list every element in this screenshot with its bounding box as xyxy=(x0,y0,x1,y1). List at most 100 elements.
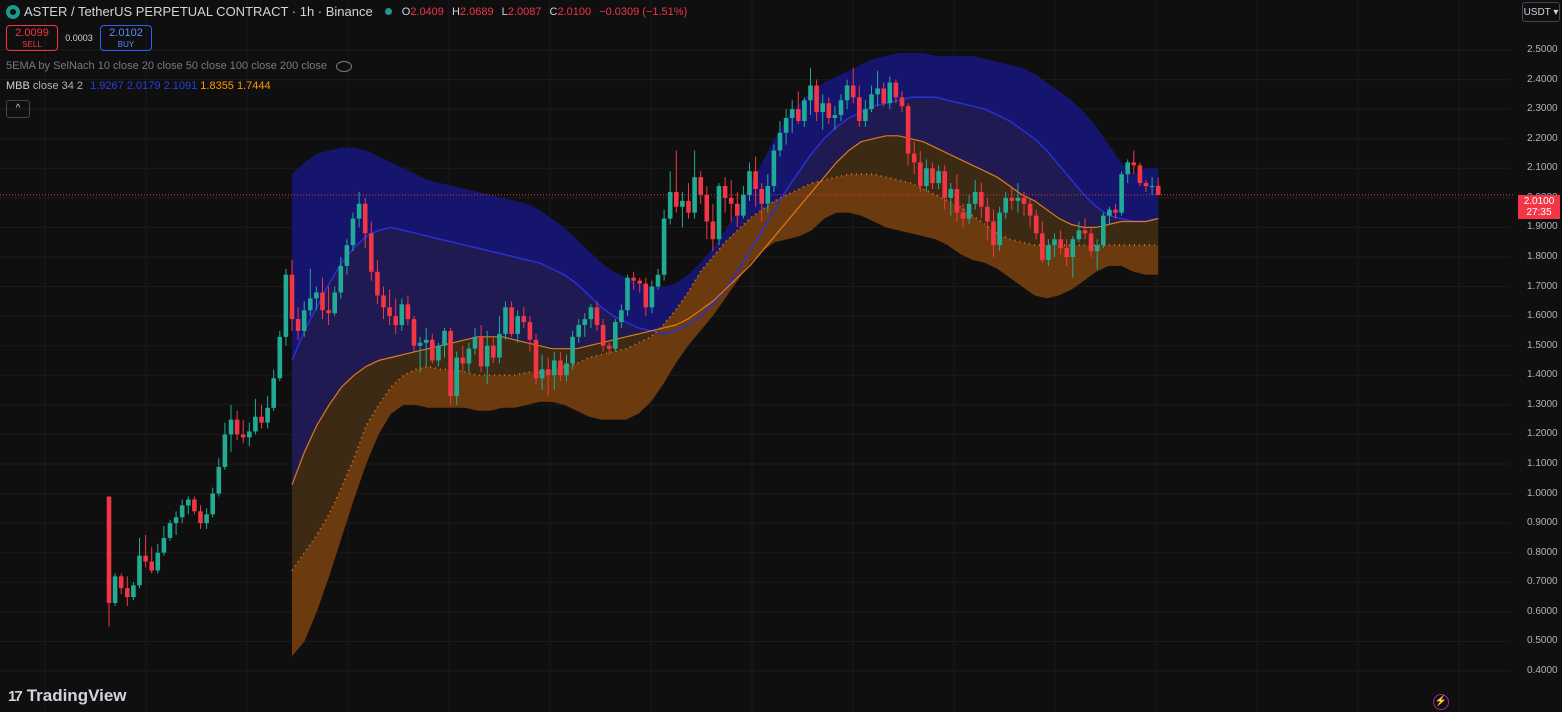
price-axis-label: 1.8000 xyxy=(1527,251,1558,262)
price-axis-label: 1.7000 xyxy=(1527,280,1558,292)
price-axis-label: 1.3000 xyxy=(1527,398,1558,410)
price-axis-label: 0.4000 xyxy=(1527,665,1558,676)
candle-body xyxy=(1040,233,1045,260)
sell-price: 2.0099 xyxy=(15,27,49,39)
candle-body xyxy=(247,431,252,438)
candle-body xyxy=(802,100,807,121)
candle-body xyxy=(369,233,374,272)
symbol-title[interactable]: ASTER / TetherUS PERPETUAL CONTRACT · 1h… xyxy=(24,4,373,19)
candle-body xyxy=(240,434,246,438)
candle-body xyxy=(796,109,801,121)
candle-body xyxy=(631,277,636,281)
candle-body xyxy=(387,307,392,317)
candle-body xyxy=(375,271,380,296)
mbb-name: MBB xyxy=(6,80,30,92)
candle-body xyxy=(735,203,740,216)
candle-body xyxy=(533,339,539,379)
symbol-logo-icon xyxy=(6,4,20,19)
candle-body xyxy=(1137,165,1143,184)
sell-button[interactable]: 2.0099 SELL xyxy=(6,25,58,51)
candle-body xyxy=(777,132,783,151)
candle-body xyxy=(1082,230,1088,234)
candle-body xyxy=(1058,239,1063,249)
candle-body xyxy=(594,307,600,326)
price-axis-label: 2.4000 xyxy=(1527,73,1558,85)
price-axis-label: 2.3000 xyxy=(1527,103,1558,115)
price-axis-label: 0.8000 xyxy=(1527,546,1558,558)
hidden-eye-icon[interactable] xyxy=(336,60,353,72)
candle-body xyxy=(112,576,118,603)
candle-body xyxy=(417,342,423,346)
candle-body xyxy=(1149,186,1155,188)
mbb-value-2: 2.0179 xyxy=(126,80,161,92)
candle-body xyxy=(539,369,545,379)
price-chart[interactable] xyxy=(0,0,1562,712)
candle-body xyxy=(680,200,685,207)
candle-body xyxy=(710,221,716,240)
candle-body xyxy=(570,336,575,364)
candle-body xyxy=(753,171,758,189)
candle-body xyxy=(875,88,880,95)
candle-body xyxy=(131,585,136,598)
candle-body xyxy=(936,171,941,184)
mbb-value-5: 1.7444 xyxy=(237,80,271,92)
candle-body xyxy=(198,511,203,524)
candle-body xyxy=(722,186,728,198)
candle-body xyxy=(649,286,655,308)
candle-body xyxy=(1113,209,1118,213)
mbb-indicator-legend[interactable]: MBB close 34 2 1.9267 2.0179 2.1091 1.83… xyxy=(6,80,271,92)
candle-body xyxy=(277,336,283,379)
ohlc-values: O2.0409 H2.0689 L2.0087 C2.0100 −0.0309 … xyxy=(401,5,688,18)
trade-panel: 2.0099 SELL 0.0003 2.0102 BUY xyxy=(6,25,152,51)
candle-body xyxy=(863,109,868,121)
candle-body xyxy=(844,85,850,101)
tradingview-logo-icon: 17 xyxy=(8,687,23,705)
open-value: 2.0409 xyxy=(410,5,444,18)
candle-body xyxy=(832,115,838,119)
candle-body xyxy=(173,517,179,524)
candle-body xyxy=(430,339,435,361)
candle-body xyxy=(881,88,886,104)
spread-value: 0.0003 xyxy=(65,33,93,43)
price-axis-label: 1.9000 xyxy=(1527,221,1558,233)
candle-body xyxy=(686,200,691,213)
candle-body xyxy=(497,333,502,358)
candle-body xyxy=(491,345,496,358)
candle-body xyxy=(1155,185,1161,195)
tradingview-logo[interactable]: 17 TradingView xyxy=(8,686,127,706)
candle-body xyxy=(1009,197,1015,201)
candle-body xyxy=(1052,239,1057,246)
price-axis-label: 1.0000 xyxy=(1527,487,1558,499)
candle-body xyxy=(997,212,1002,246)
candle-body xyxy=(558,360,563,376)
candle-body xyxy=(466,348,472,364)
candle-body xyxy=(655,274,661,287)
candle-body xyxy=(1015,197,1021,201)
collapse-legend-button[interactable]: ^ xyxy=(6,100,30,118)
candle-body xyxy=(167,523,173,538)
candle-body xyxy=(1125,162,1130,175)
candle-body xyxy=(674,191,679,207)
candle-body xyxy=(405,304,411,320)
candle-body xyxy=(393,316,398,326)
candle-body xyxy=(905,106,911,154)
candle-body xyxy=(234,419,240,435)
ema-indicator-label: 5EMA by SelNach 10 close 20 close 50 clo… xyxy=(6,60,328,72)
sell-label: SELL xyxy=(22,40,42,49)
candle-body xyxy=(295,319,301,331)
ema-indicator-legend[interactable]: 5EMA by SelNach 10 close 20 close 50 clo… xyxy=(6,60,353,72)
candle-body xyxy=(643,283,649,308)
candle-body xyxy=(808,85,813,101)
buy-button[interactable]: 2.0102 BUY xyxy=(100,25,152,51)
mbb-value-4: 1.8355 xyxy=(200,80,234,92)
close-value: 2.0100 xyxy=(557,5,592,18)
candle-body xyxy=(826,103,832,119)
candle-body xyxy=(954,188,960,213)
currency-dropdown[interactable]: USDT ▾ xyxy=(1522,2,1560,22)
last-price-value: 2.0100 xyxy=(1523,196,1555,207)
candle-body xyxy=(1119,174,1124,213)
candle-body xyxy=(747,171,752,195)
change-value: −0.0309 (−1.51%) xyxy=(599,5,688,18)
candle-body xyxy=(1064,248,1069,257)
lightning-icon[interactable]: ⚡ xyxy=(1433,694,1449,710)
